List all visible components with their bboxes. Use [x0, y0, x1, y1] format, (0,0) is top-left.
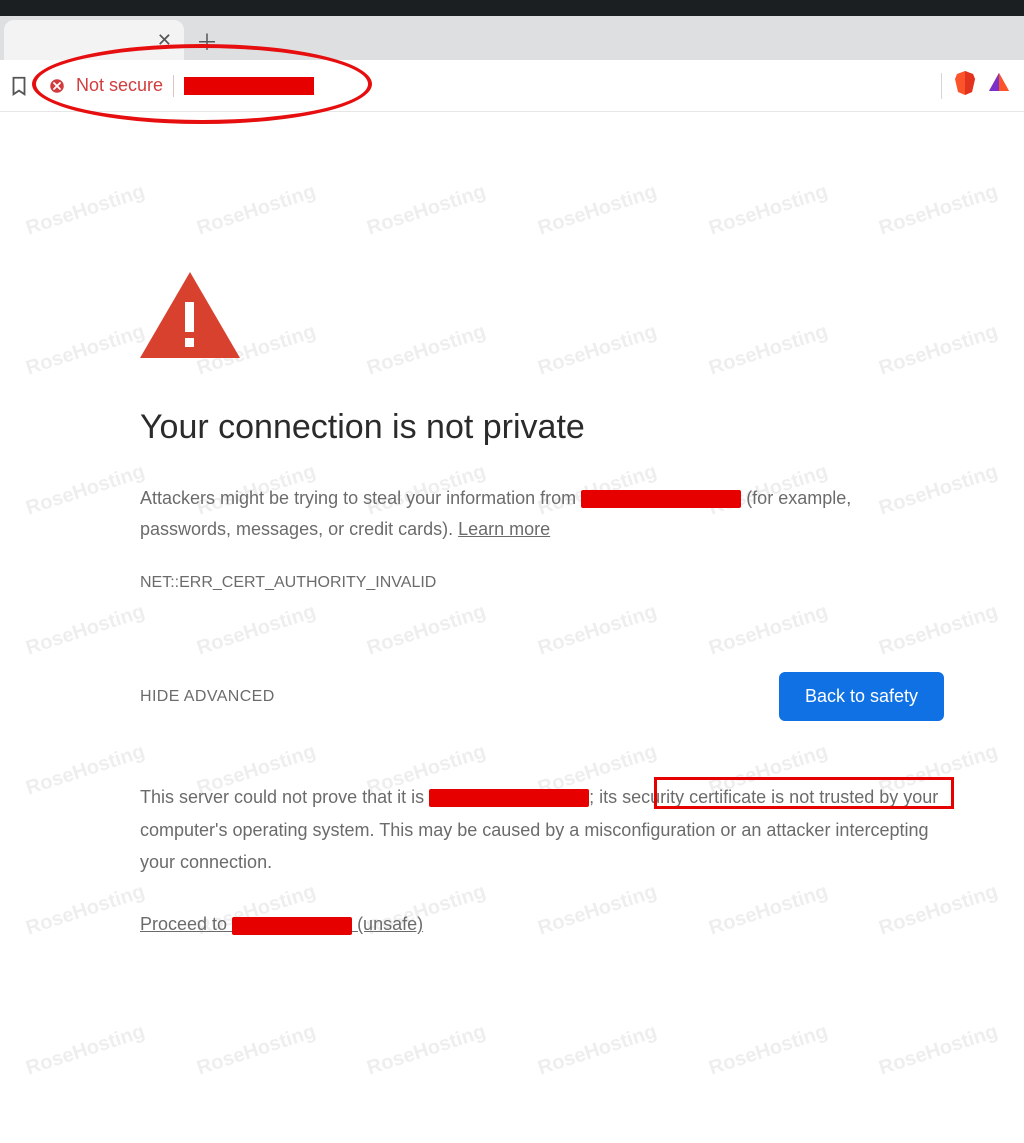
redacted-domain-3: [232, 917, 352, 935]
browser-toolbar: Not secure: [0, 60, 1024, 112]
adv-text-before: This server could not prove that it is: [140, 787, 429, 807]
warning-triangle-icon: [140, 272, 240, 358]
proceed-before: Proceed to: [140, 914, 232, 934]
proceed-after: (unsafe): [352, 914, 423, 934]
error-text-before: Attackers might be trying to steal your …: [140, 488, 581, 508]
error-description: Attackers might be trying to steal your …: [140, 483, 944, 544]
hide-advanced-button[interactable]: HIDE ADVANCED: [140, 688, 275, 706]
error-heading: Your connection is not private: [140, 408, 944, 447]
adv-text-mid: ; its: [589, 787, 622, 807]
not-secure-icon: [48, 77, 66, 95]
back-to-safety-button[interactable]: Back to safety: [779, 672, 944, 721]
brave-shield-icon[interactable]: [954, 70, 976, 101]
tab-strip: ✕ ＋: [0, 16, 1024, 60]
toolbar-separator: [941, 73, 942, 99]
error-page-content: Your connection is not private Attackers…: [0, 112, 1024, 936]
not-secure-label: Not secure: [76, 75, 163, 96]
close-tab-icon[interactable]: ✕: [157, 30, 172, 51]
browser-tab[interactable]: ✕: [4, 20, 184, 60]
advanced-explanation: This server could not prove that it is ;…: [140, 781, 944, 878]
address-bar[interactable]: Not secure: [38, 68, 927, 104]
bookmark-icon[interactable]: [8, 75, 30, 97]
learn-more-link[interactable]: Learn more: [458, 519, 550, 539]
redacted-url: [184, 77, 314, 95]
annotation-rectangle: [654, 777, 954, 809]
error-code: NET::ERR_CERT_AUTHORITY_INVALID: [140, 574, 944, 592]
redacted-domain-2: [429, 789, 589, 807]
new-tab-button[interactable]: ＋: [190, 24, 224, 58]
redacted-domain: [581, 490, 741, 508]
proceed-unsafe-link[interactable]: Proceed to (unsafe): [140, 914, 423, 934]
address-separator: [173, 75, 174, 97]
brave-rewards-icon[interactable]: [988, 72, 1010, 99]
window-top-edge: [0, 0, 1024, 16]
